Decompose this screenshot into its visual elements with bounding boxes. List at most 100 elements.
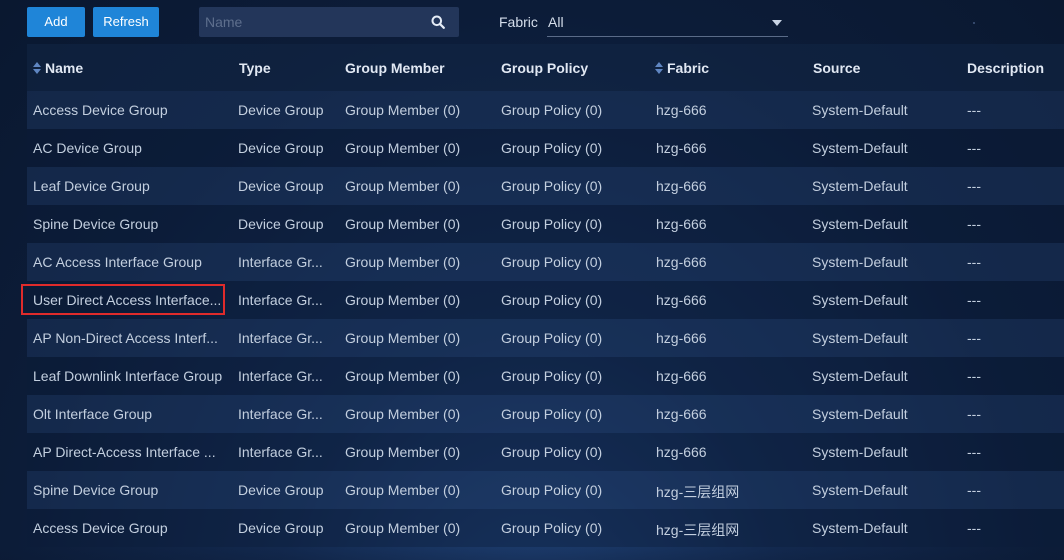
table-row[interactable]: Spine Device Group Device Group Group Memb… [27, 471, 1064, 509]
row-source: System-Default [812, 140, 908, 156]
row-source: System-Default [812, 444, 908, 460]
row-group-member-link[interactable]: Group Member (0) [345, 520, 485, 536]
table-row[interactable]: Access Device Group Device Group Group Mem… [27, 91, 1064, 129]
row-group-member-link[interactable]: Group Member (0) [345, 330, 485, 346]
table-row[interactable]: Access Device Group Device Group Group Mem… [27, 509, 1064, 547]
table-row[interactable]: Olt Interface Group Interface Gr... Group … [27, 395, 1064, 433]
selection-highlight [21, 284, 225, 315]
row-group-member-link[interactable]: Group Member (0) [345, 406, 485, 422]
toolbar: Add Refresh Fabric All [0, 0, 1064, 44]
row-group-policy-link[interactable]: Group Policy (0) [501, 254, 641, 270]
row-source: System-Default [812, 520, 908, 536]
row-group-member-link[interactable]: Group Member (0) [345, 178, 485, 194]
row-group-policy-link[interactable]: Group Policy (0) [501, 482, 641, 498]
row-group-member-link[interactable]: Group Member (0) [345, 102, 485, 118]
row-fabric: hzg-三层组网 [656, 484, 740, 500]
column-header-fabric[interactable]: Fabric [655, 60, 709, 76]
divider [0, 548, 1064, 560]
row-fabric: hzg-666 [656, 444, 707, 460]
chevron-down-icon [772, 20, 782, 26]
row-name-link[interactable]: AC Device Group [33, 140, 226, 156]
row-group-policy-link[interactable]: Group Policy (0) [501, 330, 641, 346]
fabric-filter-value: All [548, 14, 564, 30]
table-row[interactable]: AC Device Group Device Group Group Member … [27, 129, 1064, 167]
row-group-policy-link[interactable]: Group Policy (0) [501, 520, 641, 536]
row-name-link[interactable]: Leaf Downlink Interface Group [33, 368, 226, 384]
add-button[interactable]: Add [27, 7, 85, 37]
row-group-member-link[interactable]: Group Member (0) [345, 140, 485, 156]
column-header-group-member: Group Member [345, 60, 445, 76]
row-group-member-link[interactable]: Group Member (0) [345, 292, 485, 308]
row-description: --- [967, 520, 981, 536]
row-description: --- [967, 368, 981, 384]
row-type: Device Group [238, 216, 324, 232]
fabric-filter-label: Fabric [499, 14, 538, 30]
row-group-member-link[interactable]: Group Member (0) [345, 368, 485, 384]
row-source: System-Default [812, 368, 908, 384]
row-name-link[interactable]: Olt Interface Group [33, 406, 226, 422]
row-name-link[interactable]: Leaf Device Group [33, 178, 226, 194]
row-source: System-Default [812, 330, 908, 346]
row-source: System-Default [812, 254, 908, 270]
refresh-button[interactable]: Refresh [93, 7, 159, 37]
divider [973, 22, 975, 24]
fabric-filter-select[interactable]: All [547, 9, 788, 37]
row-group-member-link[interactable]: Group Member (0) [345, 254, 485, 270]
row-group-policy-link[interactable]: Group Policy (0) [501, 368, 641, 384]
row-source: System-Default [812, 406, 908, 422]
row-group-policy-link[interactable]: Group Policy (0) [501, 102, 641, 118]
row-fabric: hzg-666 [656, 254, 707, 270]
row-group-policy-link[interactable]: Group Policy (0) [501, 406, 641, 422]
row-source: System-Default [812, 482, 908, 498]
row-type: Interface Gr... [238, 368, 323, 384]
row-description: --- [967, 140, 981, 156]
row-group-member-link[interactable]: Group Member (0) [345, 444, 485, 460]
row-group-member-link[interactable]: Group Member (0) [345, 216, 485, 232]
table-header: Name Type Group Member Group Policy Fabr… [27, 44, 1064, 91]
row-type: Interface Gr... [238, 444, 323, 460]
sort-icon [33, 62, 41, 74]
row-description: --- [967, 292, 981, 308]
row-name-link[interactable]: Spine Device Group [33, 482, 226, 498]
search-input[interactable] [199, 7, 419, 37]
row-name-link[interactable]: Access Device Group [33, 102, 226, 118]
row-group-member-link[interactable]: Group Member (0) [345, 482, 485, 498]
row-fabric: hzg-三层组网 [656, 522, 740, 538]
column-header-label: Fabric [667, 60, 710, 76]
row-name-link[interactable]: AC Access Interface Group [33, 254, 226, 270]
row-group-policy-link[interactable]: Group Policy (0) [501, 292, 641, 308]
row-description: --- [967, 216, 981, 232]
table-row[interactable]: AP Non-Direct Access Interf... Interface … [27, 319, 1064, 357]
row-name-link[interactable]: Access Device Group [33, 520, 226, 536]
row-group-policy-link[interactable]: Group Policy (0) [501, 216, 641, 232]
row-type: Device Group [238, 140, 324, 156]
table-row[interactable]: AP Direct-Access Interface ... Interface … [27, 433, 1064, 471]
row-fabric: hzg-666 [656, 292, 707, 308]
row-fabric: hzg-666 [656, 330, 707, 346]
row-name-link[interactable]: AP Non-Direct Access Interf... [33, 330, 226, 346]
row-group-policy-link[interactable]: Group Policy (0) [501, 178, 641, 194]
row-type: Interface Gr... [238, 330, 323, 346]
row-fabric: hzg-666 [656, 406, 707, 422]
table-row[interactable]: AC Access Interface Group Interface Gr...… [27, 243, 1064, 281]
row-group-policy-link[interactable]: Group Policy (0) [501, 444, 641, 460]
row-description: --- [967, 330, 981, 346]
row-fabric: hzg-666 [656, 216, 707, 232]
row-type: Interface Gr... [238, 406, 323, 422]
column-header-description: Description [967, 60, 1045, 76]
column-header-type: Type [239, 60, 271, 76]
row-group-policy-link[interactable]: Group Policy (0) [501, 140, 641, 156]
row-name-link[interactable]: AP Direct-Access Interface ... [33, 444, 226, 460]
row-type: Device Group [238, 102, 324, 118]
sort-icon [655, 62, 663, 74]
row-description: --- [967, 406, 981, 422]
column-header-name[interactable]: Name [33, 60, 83, 76]
row-name-link[interactable]: Spine Device Group [33, 216, 226, 232]
row-source: System-Default [812, 292, 908, 308]
table-row[interactable]: Leaf Downlink Interface Group Interface G… [27, 357, 1064, 395]
search-icon[interactable] [431, 15, 445, 29]
row-description: --- [967, 254, 981, 270]
row-source: System-Default [812, 178, 908, 194]
table-row[interactable]: Spine Device Group Device Group Group Memb… [27, 205, 1064, 243]
table-row[interactable]: Leaf Device Group Device Group Group Membe… [27, 167, 1064, 205]
